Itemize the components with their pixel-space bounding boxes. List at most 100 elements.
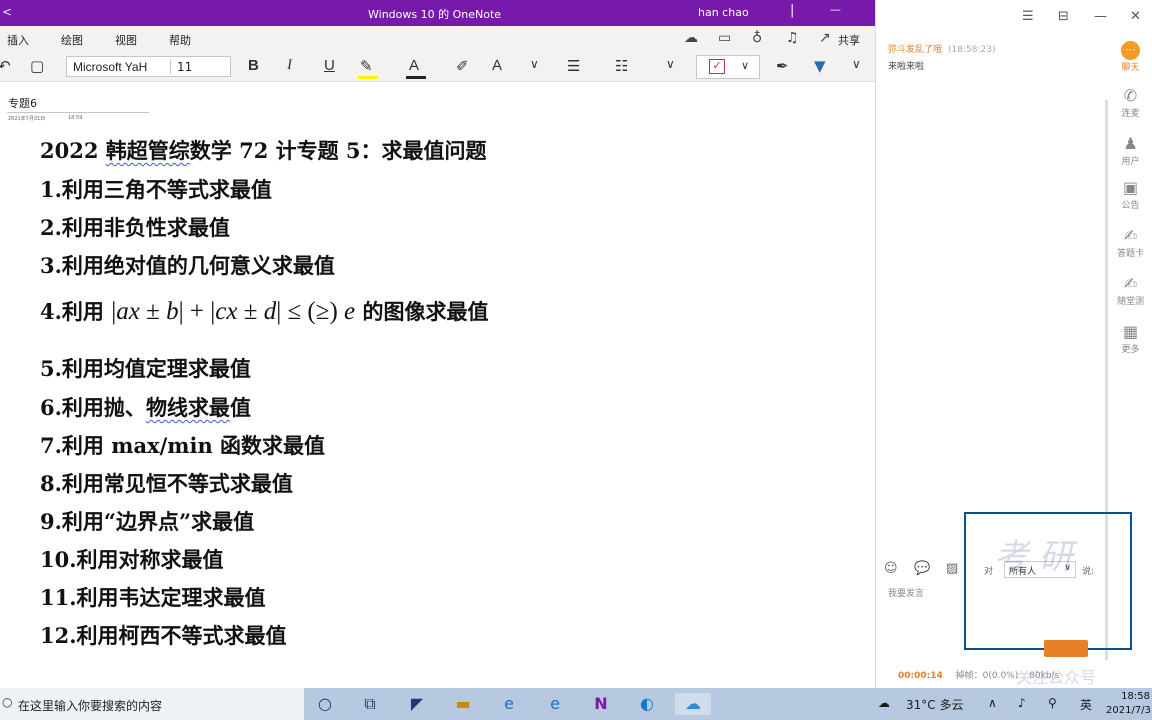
- nav-label: 聊天: [1121, 63, 1140, 73]
- font-size-field[interactable]: 11: [177, 60, 192, 74]
- nav-chat[interactable]: ⋯ 聊天: [1108, 38, 1152, 73]
- bullet-list-icon[interactable]: ☰: [567, 57, 580, 75]
- network-icon[interactable]: ⚲: [1048, 696, 1057, 710]
- ie-icon[interactable]: e: [491, 693, 527, 715]
- microphone-icon[interactable]: ♪: [1018, 696, 1026, 710]
- nav-mic-link[interactable]: ✆ 连麦: [1108, 86, 1152, 119]
- weather-icon[interactable]: ☁: [878, 696, 890, 710]
- highlight-color-bar: [358, 76, 378, 79]
- highlighter-icon[interactable]: ✎: [360, 57, 373, 75]
- user-name[interactable]: han chao: [698, 6, 749, 19]
- emoji-icon[interactable]: ☺: [884, 561, 898, 576]
- styles-button[interactable]: A: [492, 57, 502, 74]
- panel-title-bar: ☰ ⊟ — ✕: [876, 0, 1152, 32]
- task-view-icon[interactable]: ⧉: [352, 693, 388, 715]
- onenote-icon[interactable]: N: [583, 693, 619, 715]
- chat-bubble-icon: ⋯: [1121, 41, 1140, 60]
- font-picker[interactable]: Microsoft YaH 11: [66, 56, 231, 77]
- font-color-button[interactable]: A: [409, 57, 419, 74]
- sync-icon[interactable]: ☁: [684, 30, 698, 46]
- minimize-button[interactable]: —: [830, 3, 841, 16]
- dictate-icon[interactable]: ▼: [814, 57, 826, 75]
- note-heading[interactable]: 2022 韩超管综数学 72 计专题 5：求最值问题: [40, 135, 487, 165]
- phone-icon: ✆: [1123, 86, 1138, 105]
- restore-icon[interactable]: ⊟: [1058, 9, 1069, 24]
- clock-date: 2021/7/3: [1106, 705, 1151, 716]
- frame-drop: 掉帧：0(0.0%): [955, 671, 1019, 681]
- back-icon[interactable]: <: [2, 5, 12, 19]
- list-item[interactable]: 2.利用非负性求最值: [40, 212, 230, 242]
- list-item[interactable]: 10.利用对称求最值: [40, 544, 224, 574]
- list-item[interactable]: 6.利用抛、物线求最值: [40, 392, 251, 422]
- tab-view[interactable]: 视图: [115, 32, 137, 48]
- nav-more[interactable]: ▦ 更多: [1108, 322, 1152, 355]
- undo-icon[interactable]: ↶: [0, 57, 11, 75]
- list-item[interactable]: 12.利用柯西不等式求最值: [40, 620, 287, 650]
- close-icon[interactable]: ✕: [1130, 9, 1141, 24]
- chat-time: (18:58:23): [948, 45, 996, 55]
- bell-icon[interactable]: ♫: [786, 30, 799, 46]
- list-item-formula[interactable]: 4.利用 |ax ± b| + |cx ± d| ≤ (≥) e 的图像求最值: [40, 296, 488, 326]
- clipboard-icon[interactable]: ▢: [30, 57, 44, 75]
- chevron-up-icon[interactable]: ∧: [988, 696, 997, 710]
- ribbon-tabs: 插入 绘图 视图 帮助 ☁ ▭ ♁ ♫ ↗ 共享: [0, 26, 875, 52]
- cortana-icon[interactable]: ○: [307, 693, 343, 715]
- ime-indicator[interactable]: 英: [1080, 696, 1092, 713]
- live-class-app-icon[interactable]: ☁: [675, 693, 711, 715]
- item6-squiggled: 物线求最: [145, 395, 230, 420]
- format-painter-icon[interactable]: ✐: [456, 57, 469, 75]
- chat-input[interactable]: 我要发言: [888, 586, 924, 599]
- bold-button[interactable]: B: [248, 57, 259, 74]
- share-button[interactable]: 共享: [838, 32, 860, 48]
- share-icon[interactable]: ↗: [819, 30, 831, 46]
- lightbulb-icon[interactable]: ♁: [752, 30, 762, 46]
- tab-draw[interactable]: 绘图: [61, 32, 83, 48]
- nav-label: 公告: [1121, 201, 1140, 211]
- list-item[interactable]: 3.利用绝对值的几何意义求最值: [40, 250, 335, 280]
- edge-icon[interactable]: ◐: [629, 693, 665, 715]
- nav-announcement[interactable]: ▣ 公告: [1108, 178, 1152, 211]
- italic-button[interactable]: I: [287, 57, 292, 74]
- font-color-bar: [406, 76, 426, 79]
- list-item[interactable]: 5.利用均值定理求最值: [40, 353, 251, 383]
- nav-answer-card[interactable]: ✍ 答题卡: [1108, 226, 1152, 259]
- heading-suffix: 数学 72 计专题 5：求最值问题: [189, 138, 487, 163]
- chat-sender[interactable]: 弥斗发乱了哦: [888, 45, 942, 55]
- underline-button[interactable]: U: [324, 57, 335, 74]
- title-separator: |: [790, 3, 795, 18]
- tab-help[interactable]: 帮助: [169, 32, 191, 48]
- list-item[interactable]: 1.利用三角不等式求最值: [40, 174, 272, 204]
- note-page[interactable]: 专题6 2021年7月31日 18:59 2022 韩超管综数学 72 计专题 …: [0, 83, 875, 688]
- tab-insert[interactable]: 插入: [7, 32, 29, 48]
- menu-icon[interactable]: ☰: [1022, 9, 1034, 24]
- weather-text[interactable]: 31°C 多云: [906, 696, 963, 713]
- teacher-camera-frame[interactable]: [964, 512, 1132, 650]
- nav-label: 用户: [1121, 157, 1140, 167]
- list-options-chevron-icon[interactable]: ∨: [666, 57, 675, 71]
- more-format-chevron-icon[interactable]: ∨: [530, 57, 539, 71]
- tag-dropdown-chevron-icon[interactable]: ∨: [741, 59, 749, 72]
- list-item[interactable]: 8.利用常见恒不等式求最值: [40, 468, 293, 498]
- list-item[interactable]: 9.利用“边界点”求最值: [40, 506, 254, 536]
- taskbar-search[interactable]: ○ 在这里输入你要搜索的内容: [0, 688, 304, 720]
- image-icon[interactable]: ▨: [946, 561, 958, 576]
- tag-picker[interactable]: ✓ ∨: [696, 55, 760, 79]
- ink-to-text-icon[interactable]: ✒: [776, 57, 789, 75]
- list-item[interactable]: 7.利用 max/min 函数求最值: [40, 430, 325, 460]
- nav-quiz[interactable]: ✍ 随堂测: [1108, 274, 1152, 307]
- list-item[interactable]: 11.利用韦达定理求最值: [40, 582, 266, 612]
- app-icon[interactable]: ◤: [399, 693, 435, 715]
- nav-users[interactable]: ♟ 用户: [1108, 134, 1152, 167]
- file-explorer-icon[interactable]: ▬: [445, 693, 481, 715]
- grid-icon: ▦: [1122, 322, 1139, 341]
- font-name-field[interactable]: Microsoft YaH: [73, 60, 147, 74]
- formatting-toolbar: ↶ ▢ Microsoft YaH 11 B I U ✎ A ✐ A ∨ ☰ ☷…: [0, 52, 875, 82]
- overflow-chevron-icon[interactable]: ∨: [852, 57, 861, 71]
- minimize-icon[interactable]: —: [1094, 9, 1107, 24]
- page-view-icon[interactable]: ▭: [718, 30, 731, 46]
- numbered-list-icon[interactable]: ☷: [615, 57, 628, 75]
- comment-icon[interactable]: 💬: [914, 561, 930, 576]
- edge-legacy-icon[interactable]: e: [537, 693, 573, 715]
- page-title[interactable]: 专题6: [8, 95, 37, 111]
- clock[interactable]: 18:58 2021/7/3: [1106, 690, 1151, 718]
